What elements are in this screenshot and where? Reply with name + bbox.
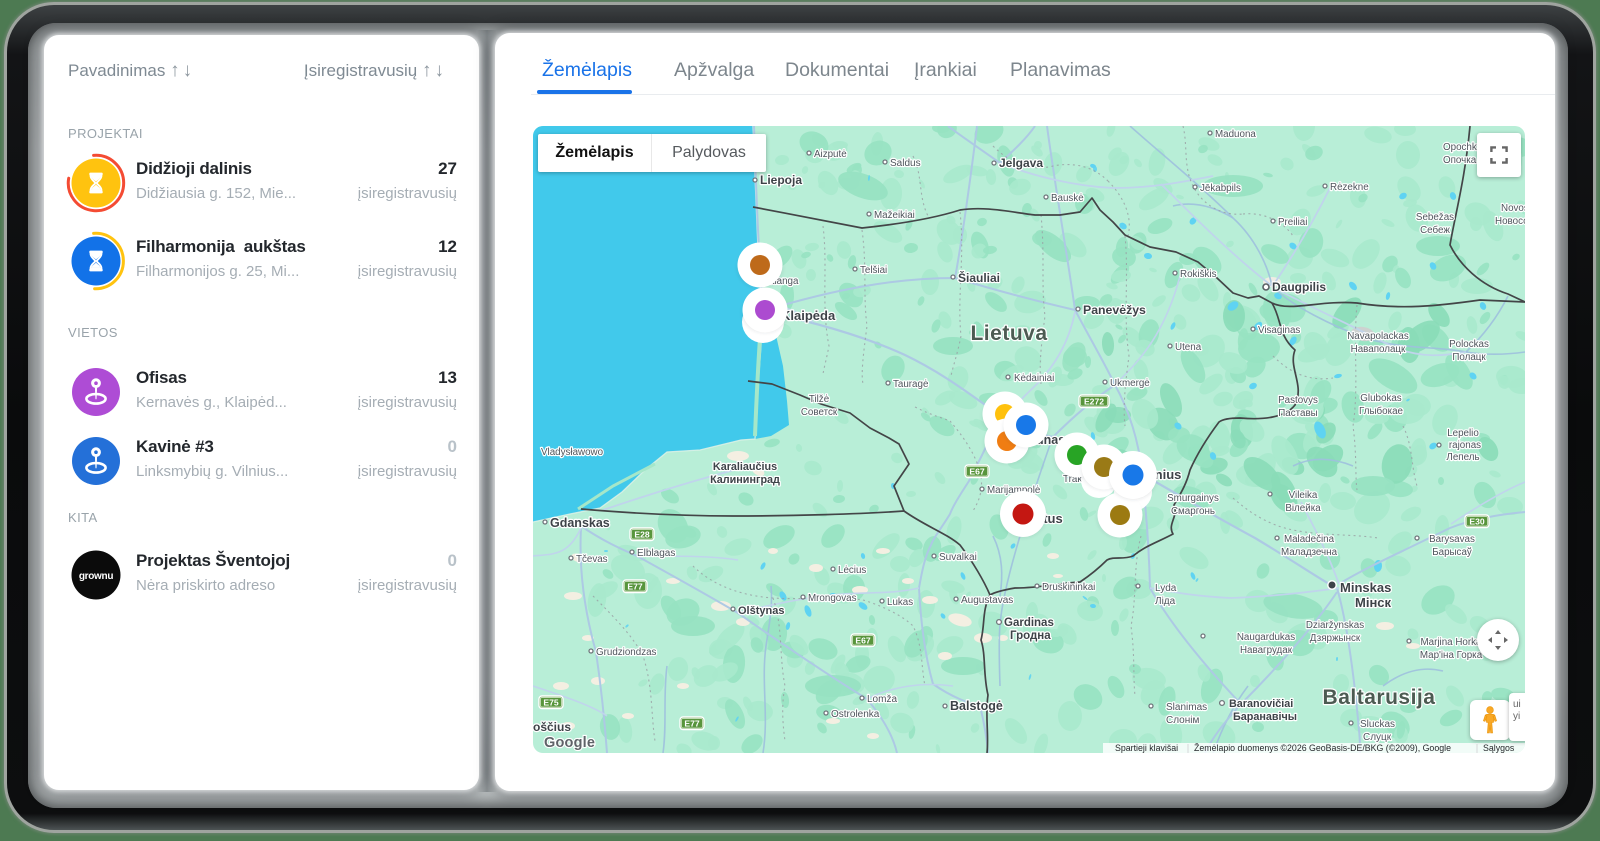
svg-text:Sebežas: Sebežas [1416,212,1454,223]
svg-text:Klaipėda: Klaipėda [781,308,836,323]
svg-text:Marjina Horka: Marjina Horka [1421,637,1483,648]
svg-text:Druskininkai: Druskininkai [1042,582,1095,593]
svg-text:Slanimas: Slanimas [1166,702,1207,713]
svg-text:Lomža: Lomža [867,694,897,705]
svg-text:Дзяржынск: Дзяржынск [1310,633,1361,644]
svg-text:Maladečina: Maladečina [1284,534,1335,545]
svg-text:Polockas: Polockas [1449,339,1489,350]
svg-text:Баранавічы: Баранавічы [1233,711,1297,723]
svg-text:Kėdainiai: Kėdainiai [1014,373,1054,384]
svg-text:Dziaržynskas: Dziaržynskas [1306,620,1364,631]
svg-text:Panevėžys: Panevėžys [1083,303,1146,317]
svg-text:Saldus: Saldus [890,158,921,169]
svg-text:Слонім: Слонім [1166,715,1199,726]
svg-text:Новосокол: Новосокол [1495,216,1525,227]
svg-text:Опочка: Опочка [1443,155,1477,166]
svg-text:Tilžė: Tilžė [809,394,830,405]
svg-text:E30: E30 [1469,517,1485,527]
svg-text:Tčevas: Tčevas [576,554,608,565]
svg-text:Jelgava: Jelgava [999,156,1043,170]
svg-text:Смаргонь: Смаргонь [1171,506,1215,517]
svg-text:Навагрудак: Навагрудак [1240,645,1293,656]
svg-text:Opochk: Opochk [1443,142,1477,153]
svg-text:Gdanskas: Gdanskas [550,516,610,530]
svg-text:Aizputė: Aizputė [814,149,847,160]
svg-text:Слуцк: Слуцк [1363,732,1392,743]
svg-text:E272: E272 [1084,397,1104,407]
svg-text:Lyda: Lyda [1155,583,1177,594]
svg-text:E75: E75 [543,698,559,708]
svg-text:Rėzekne: Rėzekne [1330,182,1369,193]
svg-text:Гродна: Гродна [1010,630,1051,642]
svg-text:Lepelio: Lepelio [1447,428,1479,439]
svg-text:Vileika: Vileika [1289,490,1318,501]
svg-text:Grudziondzas: Grudziondzas [596,647,657,658]
svg-text:Suvalkai: Suvalkai [939,552,977,563]
svg-text:rajonas: rajonas [1449,440,1481,451]
svg-text:Maduona: Maduona [1215,129,1256,140]
svg-text:Паставы: Паставы [1278,408,1317,419]
svg-text:Utena: Utena [1175,342,1202,353]
svg-text:Tauragė: Tauragė [893,379,929,390]
svg-text:E28: E28 [634,530,650,540]
svg-text:grownu: grownu [79,571,113,582]
svg-text:Советск: Советск [801,407,838,418]
svg-text:Balstogė: Balstogė [950,699,1003,713]
svg-text:Spartieji klavišai: Spartieji klavišai [1115,743,1178,753]
svg-text:Jēkabpils: Jēkabpils [1200,183,1241,194]
svg-text:Маладзечна: Маладзечна [1281,547,1338,558]
svg-text:Rokiškis: Rokiškis [1180,269,1217,280]
svg-text:Barysavas: Barysavas [1429,534,1475,545]
svg-text:Ukmergė: Ukmergė [1110,378,1150,389]
svg-text:Visaginas: Visaginas [1258,325,1300,336]
svg-text:Glubokas: Glubokas [1360,393,1401,404]
svg-text:Telšiai: Telšiai [860,265,887,276]
svg-text:Ostrolenka: Ostrolenka [831,709,880,720]
svg-text:Вілейка: Вілейка [1285,503,1321,514]
svg-text:Мар'іна Горка: Мар'іна Горка [1420,650,1483,661]
svg-text:Наваполацк: Наваполацк [1351,344,1406,355]
svg-text:E77: E77 [684,719,700,729]
svg-text:Liepoja: Liepoja [760,173,802,187]
svg-text:Minskas: Minskas [1340,580,1391,595]
svg-text:Sąlygos: Sąlygos [1483,743,1515,753]
svg-text:Mažeikiai: Mažeikiai [874,210,915,221]
svg-text:Augustavas: Augustavas [961,595,1013,606]
svg-text:Bauskė: Bauskė [1051,193,1084,204]
svg-text:Себеж: Себеж [1420,225,1450,236]
svg-text:Lietuva: Lietuva [970,322,1047,345]
svg-text:Глыбокае: Глыбокае [1359,406,1404,417]
svg-text:Лепель: Лепель [1446,452,1479,463]
svg-text:Olštynas: Olštynas [738,605,784,617]
svg-text:Sluckas: Sluckas [1360,719,1395,730]
svg-text:Калининград: Калининград [710,474,780,486]
svg-text:Daugpilis: Daugpilis [1272,280,1326,294]
svg-text:Baltarusija: Baltarusija [1323,686,1436,709]
svg-text:Preiliai: Preiliai [1278,217,1307,228]
svg-text:Šiauliai: Šiauliai [958,270,1000,285]
svg-text:Ліда: Ліда [1155,596,1176,607]
svg-text:Pastovys: Pastovys [1278,395,1318,406]
svg-text:Žemėlapio duomenys ©2026 GeoBa: Žemėlapio duomenys ©2026 GeoBasis-DE/BKG… [1194,743,1451,753]
svg-text:E67: E67 [855,636,871,646]
svg-text:Полацк: Полацк [1452,352,1486,363]
svg-text:Vladysławowo: Vladysławowo [541,447,604,458]
svg-text:Мінск: Мінск [1355,595,1392,610]
svg-text:Google: Google [544,735,595,751]
svg-text:Smurgainys: Smurgainys [1167,493,1219,504]
svg-text:E67: E67 [969,467,985,477]
svg-text:Novoso: Novoso [1501,203,1525,214]
svg-text:Барысаў: Барысаў [1432,547,1472,558]
svg-text:Elblagas: Elblagas [637,548,675,559]
svg-text:Lukas: Lukas [887,597,913,608]
svg-text:Mrongovas: Mrongovas [808,593,857,604]
svg-text:Naugardukas: Naugardukas [1237,632,1295,643]
svg-text:Gardinas: Gardinas [1004,617,1054,629]
svg-text:Karaliaučius: Karaliaučius [713,461,777,473]
svg-text:Baranovičiai: Baranovičiai [1229,698,1293,710]
svg-text:oščius: oščius [533,720,571,734]
svg-text:Lėcius: Lėcius [838,565,866,576]
svg-text:Navapolackas: Navapolackas [1347,331,1409,342]
svg-text:E77: E77 [627,582,643,592]
